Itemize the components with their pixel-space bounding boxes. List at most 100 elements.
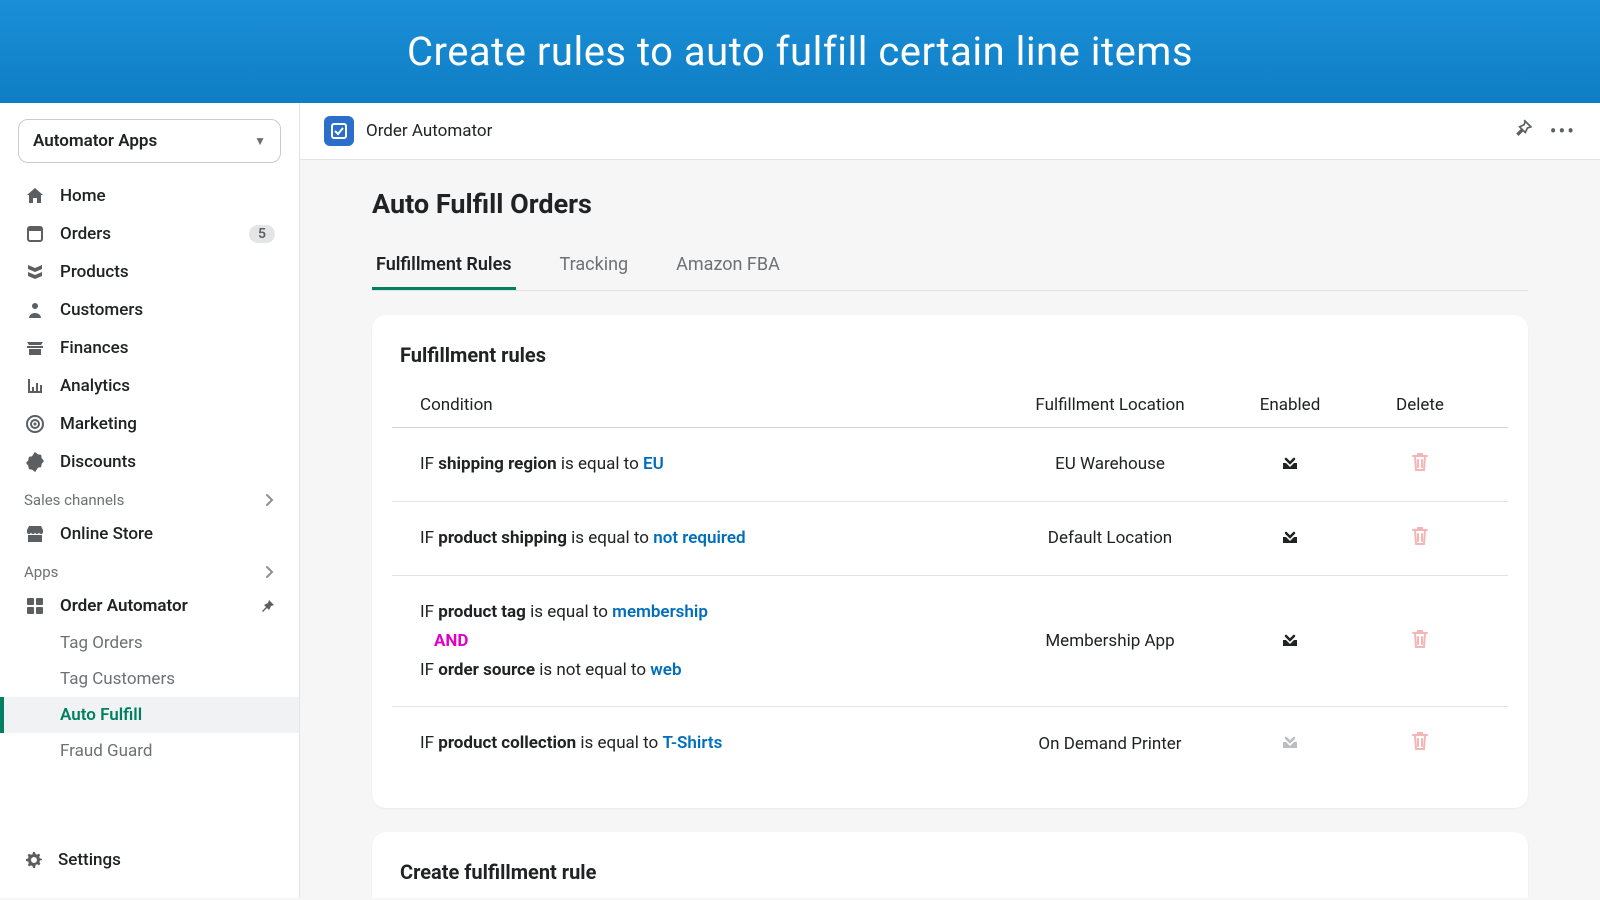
store-icon: [24, 523, 46, 545]
rule-row: IF product collection is equal to T-Shir…: [392, 707, 1508, 780]
rule-condition: IF product collection is equal to T-Shir…: [420, 729, 1000, 758]
condition-line: IF product collection is equal to T-Shir…: [420, 729, 1000, 758]
rule-row: IF product tag is equal to membershipAND…: [392, 576, 1508, 708]
orders-icon: [24, 223, 46, 245]
caret-down-icon: ▼: [254, 134, 266, 148]
pin-icon[interactable]: [1514, 119, 1532, 143]
page-banner: Create rules to auto fulfill certain lin…: [0, 0, 1600, 103]
enabled-toggle-icon[interactable]: [1279, 730, 1301, 752]
settings-label: Settings: [58, 850, 121, 870]
sidebar-item-label: Orders: [60, 224, 111, 244]
customers-icon: [24, 299, 46, 321]
col-enabled: Enabled: [1220, 395, 1360, 415]
app-logo-icon: [324, 116, 354, 146]
delete-icon[interactable]: [1410, 525, 1430, 547]
sidebar: Automator Apps ▼ Home Orders 5 Products Cust…: [0, 103, 300, 898]
sidebar-item-label: Finances: [60, 338, 129, 358]
sidebar-item-label: Home: [60, 186, 106, 206]
rule-location: Default Location: [1000, 528, 1220, 548]
sales-channels-header[interactable]: Sales channels: [0, 481, 299, 515]
sidebar-item-label: Customers: [60, 300, 143, 320]
card-title: Fulfillment rules: [372, 343, 1528, 381]
app-icon: [24, 595, 46, 617]
subnav-label: Auto Fulfill: [60, 705, 142, 725]
store-selector-label: Automator Apps: [33, 131, 157, 151]
finances-icon: [24, 337, 46, 359]
subnav-item-tag-customers[interactable]: Tag Customers: [0, 661, 299, 697]
sidebar-item-label: Discounts: [60, 452, 136, 472]
col-condition: Condition: [420, 395, 1000, 415]
analytics-icon: [24, 375, 46, 397]
rule-location: On Demand Printer: [1000, 734, 1220, 754]
fulfillment-rules-card: Fulfillment rules Condition Fulfillment …: [372, 315, 1528, 808]
sidebar-item-label: Online Store: [60, 524, 153, 544]
home-icon: [24, 185, 46, 207]
sidebar-item-products[interactable]: Products: [0, 253, 299, 291]
subnav-label: Fraud Guard: [60, 741, 152, 761]
subnav-item-auto-fulfill[interactable]: Auto Fulfill: [0, 697, 299, 733]
rule-row: IF shipping region is equal to EU EU War…: [392, 428, 1508, 502]
sidebar-item-orders[interactable]: Orders 5: [0, 215, 299, 253]
table-header: Condition Fulfillment Location Enabled D…: [392, 381, 1508, 428]
sidebar-item-online-store[interactable]: Online Store: [0, 515, 299, 553]
marketing-icon: [24, 413, 46, 435]
delete-icon[interactable]: [1410, 628, 1430, 650]
tabs: Fulfillment Rules Tracking Amazon FBA: [372, 242, 1528, 291]
tab-tracking[interactable]: Tracking: [556, 242, 633, 290]
sidebar-item-finances[interactable]: Finances: [0, 329, 299, 367]
tab-amazon-fba[interactable]: Amazon FBA: [672, 242, 784, 290]
rule-location: Membership App: [1000, 631, 1220, 651]
topbar: Order Automator •••: [300, 103, 1600, 160]
main-content: Order Automator ••• Auto Fulfill Orders …: [300, 103, 1600, 898]
rule-condition: IF product shipping is equal to not requ…: [420, 524, 1000, 553]
delete-icon[interactable]: [1410, 451, 1430, 473]
badge: 5: [249, 225, 275, 243]
store-selector[interactable]: Automator Apps ▼: [18, 119, 281, 163]
rule-condition: IF shipping region is equal to EU: [420, 450, 1000, 479]
col-location: Fulfillment Location: [1000, 395, 1220, 415]
tab-fulfillment-rules[interactable]: Fulfillment Rules: [372, 242, 516, 290]
sidebar-item-customers[interactable]: Customers: [0, 291, 299, 329]
pin-icon[interactable]: [259, 598, 275, 614]
sidebar-item-discounts[interactable]: Discounts: [0, 443, 299, 481]
condition-join: AND: [434, 627, 1000, 656]
more-icon[interactable]: •••: [1550, 119, 1576, 143]
subnav-item-tag-orders[interactable]: Tag Orders: [0, 625, 299, 661]
sidebar-item-analytics[interactable]: Analytics: [0, 367, 299, 405]
products-icon: [24, 261, 46, 283]
sidebar-item-settings[interactable]: Settings: [0, 838, 299, 882]
enabled-toggle-icon[interactable]: [1279, 628, 1301, 650]
sidebar-item-order-automator[interactable]: Order Automator: [0, 587, 299, 625]
condition-line: IF product shipping is equal to not requ…: [420, 524, 1000, 553]
sidebar-item-home[interactable]: Home: [0, 177, 299, 215]
enabled-toggle-icon[interactable]: [1279, 451, 1301, 473]
card-title: Create fulfillment rule: [372, 860, 1528, 898]
topbar-app-name: Order Automator: [366, 121, 492, 141]
rule-row: IF product shipping is equal to not requ…: [392, 502, 1508, 576]
chevron-right-icon: [265, 565, 275, 579]
apps-label: Apps: [24, 563, 58, 581]
condition-line: IF shipping region is equal to EU: [420, 450, 1000, 479]
discounts-icon: [24, 451, 46, 473]
gear-icon: [24, 850, 44, 870]
delete-icon[interactable]: [1410, 730, 1430, 752]
sidebar-item-label: Products: [60, 262, 129, 282]
enabled-toggle-icon[interactable]: [1279, 525, 1301, 547]
apps-header[interactable]: Apps: [0, 553, 299, 587]
sidebar-item-label: Analytics: [60, 376, 130, 396]
create-rule-card: Create fulfillment rule: [372, 832, 1528, 898]
subnav-label: Tag Orders: [60, 633, 143, 653]
subnav-item-fraud-guard[interactable]: Fraud Guard: [0, 733, 299, 769]
sidebar-item-label: Marketing: [60, 414, 137, 434]
sales-channels-label: Sales channels: [24, 491, 124, 509]
condition-line: IF order source is not equal to web: [420, 656, 1000, 685]
rule-location: EU Warehouse: [1000, 454, 1220, 474]
subnav-label: Tag Customers: [60, 669, 175, 689]
page-title: Auto Fulfill Orders: [372, 188, 1528, 220]
col-delete: Delete: [1360, 395, 1480, 415]
chevron-right-icon: [265, 493, 275, 507]
sidebar-item-marketing[interactable]: Marketing: [0, 405, 299, 443]
condition-line: IF product tag is equal to membership: [420, 598, 1000, 627]
sidebar-item-label: Order Automator: [60, 596, 188, 616]
rule-condition: IF product tag is equal to membershipAND…: [420, 598, 1000, 685]
